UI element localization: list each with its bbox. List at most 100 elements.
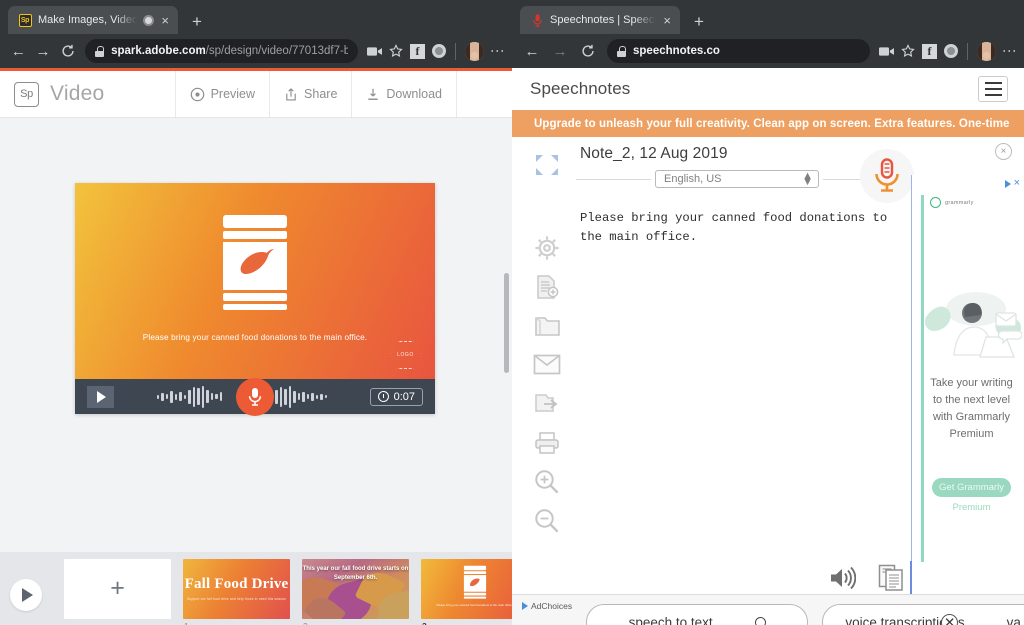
reload-icon[interactable] <box>575 38 601 64</box>
close-icon[interactable]: × <box>160 14 170 27</box>
slide-2-number: 2 <box>302 621 409 625</box>
export-document-icon[interactable] <box>527 384 567 423</box>
text-to-speech-speaker-icon[interactable] <box>829 566 857 595</box>
omnibox-icons-left: f ⋮ <box>364 41 506 61</box>
waveform-bar <box>165 394 169 399</box>
upgrade-banner[interactable]: Upgrade to unleash your full creativity.… <box>512 110 1024 137</box>
language-select[interactable]: English, US ▲ ▼ <box>655 170 819 188</box>
ad-cta-subtitle: Premium <box>952 502 991 513</box>
page-scrollbar[interactable] <box>504 273 509 373</box>
reload-icon[interactable] <box>56 38 79 64</box>
extension-circle-icon[interactable] <box>432 44 446 58</box>
preview-button[interactable]: Preview <box>176 71 271 117</box>
download-button[interactable]: Download <box>352 71 457 117</box>
waveform-bar <box>161 392 164 401</box>
waveform-bar <box>284 388 287 405</box>
related-search-2[interactable]: voice transcription s ✕ va <box>822 604 1024 625</box>
back-icon[interactable]: ← <box>7 38 30 64</box>
rule-left <box>576 178 651 180</box>
copy-to-clipboard-icon[interactable] <box>878 564 904 597</box>
waveform-bar <box>201 385 205 408</box>
add-slide-button[interactable]: + <box>64 558 171 619</box>
download-arrow-icon <box>366 87 380 102</box>
waveform-bar <box>315 394 319 399</box>
fullscreen-expand-icon[interactable] <box>527 145 567 184</box>
camera-icon[interactable] <box>879 46 894 57</box>
back-icon[interactable]: ← <box>519 38 545 64</box>
waveform-bar <box>311 392 314 401</box>
logo-placeholder-badge[interactable]: LOGO <box>390 341 421 369</box>
adchoices-icon[interactable] <box>1004 179 1011 188</box>
slide-thumbnails: + Fall Food Drive Support our fall food … <box>64 558 512 625</box>
waveform-bar <box>293 390 296 403</box>
ad-cta-button[interactable]: Get Grammarly <box>932 478 1011 497</box>
slide-thumb-1-wrap: Fall Food Drive Support our fall food dr… <box>183 558 290 625</box>
open-folder-icon[interactable] <box>527 306 567 345</box>
chrome-menu-kebab[interactable]: ⋮ <box>490 44 506 58</box>
omnibox-icons-right: f ⋮ <box>876 41 1018 61</box>
record-microphone[interactable] <box>860 149 914 203</box>
zoom-in-icon[interactable] <box>527 462 567 501</box>
related-search-1[interactable]: speech to text <box>586 604 809 625</box>
profile-avatar[interactable] <box>977 41 996 61</box>
waveform-bar <box>192 386 196 407</box>
play-button[interactable] <box>87 385 114 408</box>
chrome-menu-kebab[interactable]: ⋮ <box>1002 44 1018 58</box>
grammarly-logo-icon <box>930 197 941 208</box>
bookmark-star-icon[interactable] <box>901 44 915 58</box>
browser-tab-spark[interactable]: Sp Make Images, Videos and W × <box>8 6 178 34</box>
ad-inner: grammarly Take your writing to the next … <box>921 195 1023 562</box>
adchoices-label[interactable]: AdChoices <box>522 601 572 611</box>
camera-icon[interactable] <box>367 46 382 57</box>
facebook-extension-icon[interactable]: f <box>410 43 425 59</box>
zoom-out-icon[interactable] <box>527 501 567 540</box>
new-tab-button[interactable]: + <box>694 13 704 30</box>
new-tab-button[interactable]: + <box>192 13 202 30</box>
extension-circle-icon[interactable] <box>944 44 958 58</box>
note-action-icons <box>829 564 904 597</box>
slide-thumbnail-1[interactable]: Fall Food Drive Support our fall food dr… <box>183 558 290 619</box>
waveform-bar <box>170 390 173 403</box>
slide-3-caption: Please bring your canned food donations … <box>436 602 512 607</box>
share-button[interactable]: Share <box>270 71 353 117</box>
record-mic-button[interactable] <box>236 377 274 416</box>
new-document-icon[interactable] <box>527 267 567 306</box>
hamburger-menu[interactable] <box>978 76 1008 102</box>
url-path: /sp/design/video/77013df7-b358-… <box>205 45 348 57</box>
settings-gear-icon[interactable] <box>527 228 567 267</box>
print-icon[interactable] <box>527 423 567 462</box>
download-label: Download <box>386 87 442 101</box>
spark-brand[interactable]: Sp Video <box>0 71 176 117</box>
ad-close-icon[interactable]: × <box>1014 178 1020 189</box>
waveform-bar <box>279 386 283 407</box>
timeline-play-button[interactable] <box>10 578 42 611</box>
preview-label: Preview <box>210 87 256 101</box>
close-icon[interactable]: ✕ <box>941 614 959 625</box>
grammarly-ad-panel[interactable]: × grammarly Take your writing to the nex… <box>911 175 1024 570</box>
address-bar[interactable]: spark.adobe.com/sp/design/video/77013df7… <box>85 39 358 63</box>
forward-icon[interactable]: → <box>547 38 573 64</box>
note-body-text[interactable]: Please bring your canned food donations … <box>570 209 890 247</box>
slide-thumb-3-wrap: Please bring your canned food donations … <box>421 558 512 625</box>
facebook-extension-icon[interactable]: f <box>922 43 937 59</box>
profile-avatar[interactable] <box>465 41 484 61</box>
tab-audio-icon[interactable] <box>143 14 155 26</box>
slide-thumbnail-3[interactable]: Please bring your canned food donations … <box>421 558 512 619</box>
slide-thumbnail-2[interactable]: This year our fall food drive starts on … <box>302 558 409 619</box>
language-value: English, US <box>664 173 722 185</box>
clock-icon <box>377 391 389 402</box>
video-caption-text: Please bring your canned food donations … <box>142 333 368 342</box>
note-title[interactable]: Note_2, 12 Aug 2019 <box>570 145 904 163</box>
omnibox-row-left: ← → spark.adobe.com/sp/design/video/7701… <box>0 34 512 68</box>
email-icon[interactable] <box>527 345 567 384</box>
close-icon[interactable]: × <box>995 143 1012 160</box>
waveform-bar <box>174 393 178 400</box>
video-control-bar: 0:07 <box>75 377 435 416</box>
screen-root: Sp Make Images, Videos and W × + ← → spa… <box>0 0 1024 625</box>
bookmark-star-icon[interactable] <box>389 44 403 58</box>
browser-tab-speechnotes[interactable]: Speechnotes | Speech to Text × <box>520 6 680 34</box>
forward-icon[interactable]: → <box>32 38 55 64</box>
close-icon[interactable]: × <box>662 14 672 27</box>
waveform-bar <box>324 395 328 398</box>
address-bar[interactable]: speechnotes.co <box>607 39 870 63</box>
